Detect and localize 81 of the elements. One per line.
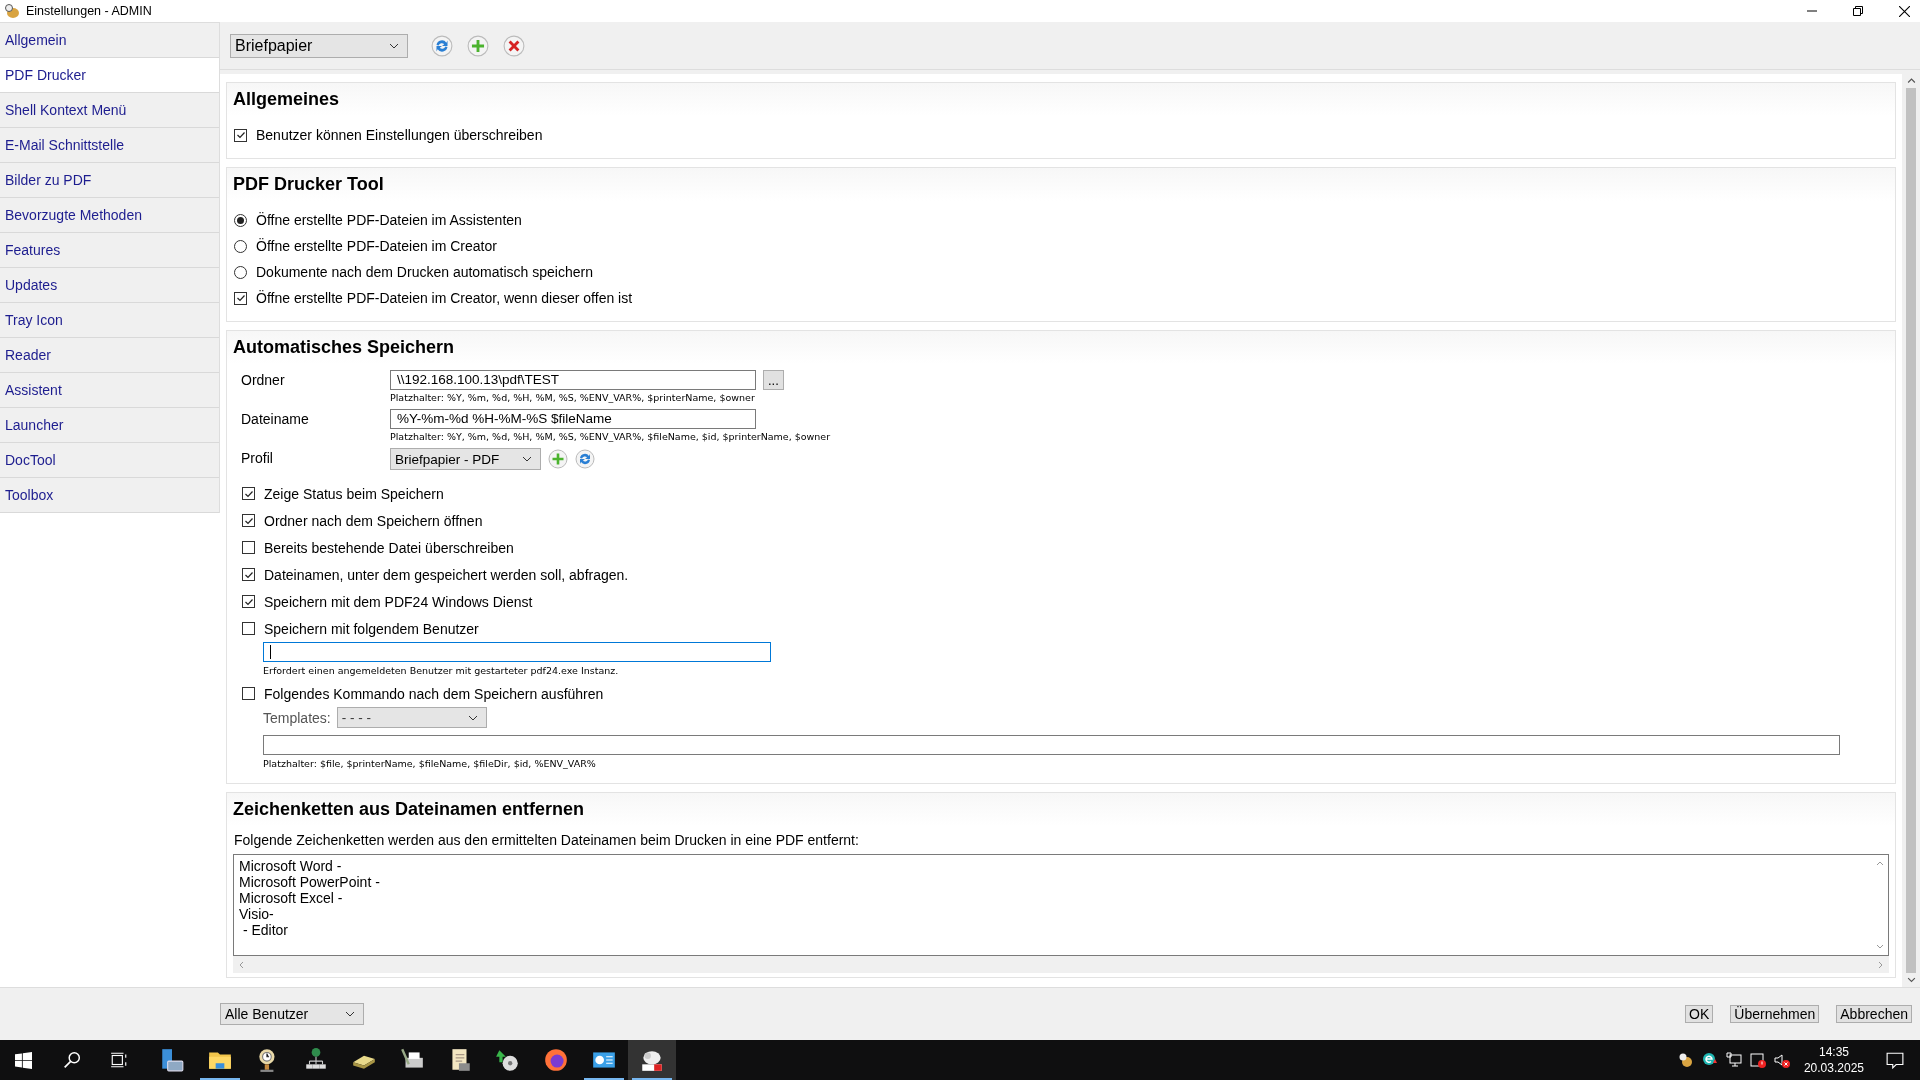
caret-icon (522, 456, 532, 462)
text-line: - Editor (241, 922, 289, 938)
vertical-scrollbar[interactable] (1902, 74, 1920, 987)
field-label: Dateiname (241, 410, 310, 429)
search-icon[interactable] (63, 1051, 81, 1069)
checkbox-label: Zeige Status beim Speichern (264, 485, 444, 502)
user-scope-dropdown[interactable]: Alle Benutzer (220, 1003, 364, 1025)
checkbox[interactable] (242, 595, 255, 608)
field-label: Profil (241, 449, 274, 468)
profile-dropdown[interactable]: Briefpapier - PDF (390, 448, 541, 470)
checkbox[interactable] (242, 541, 255, 554)
checkbox-label: Öffne erstellte PDF-Dateien im Creator, wenn dieser offen ist (256, 290, 633, 306)
start-icon[interactable] (15, 1051, 32, 1069)
scroll-up-icon[interactable] (1875, 861, 1884, 866)
preset-dropdown[interactable]: Briefpapier (230, 33, 408, 58)
dialog-button[interactable]: Übernehmen (1730, 1005, 1820, 1023)
checkbox-label: Speichern mit dem PDF24 Windows Dienst (264, 593, 533, 610)
placeholder-hint: Platzhalter: %Y, %m, %d, %H, %M, %S, %ENV_VAR%, $printerName, $owner (390, 392, 756, 403)
checkbox[interactable] (234, 291, 247, 305)
input-field[interactable]: %Y-%m-%d %H-%M-%S $fileName (390, 409, 756, 429)
checkbox-label: Bereits bestehende Datei überschreiben (264, 539, 514, 556)
network-icon[interactable] (1725, 1052, 1742, 1068)
close-icon[interactable] (1899, 5, 1910, 17)
warning-badge-icon[interactable] (1749, 1052, 1766, 1068)
checkbox-label: Ordner nach dem Speichern öffnen (264, 512, 483, 529)
sidebar-item[interactable]: PDF Drucker (0, 58, 219, 93)
checkbox-label: Dateinamen, unter dem gespeichert werden soll, abfragen. (264, 566, 629, 583)
input-field[interactable]: \\192.168.100.13\pdf\TEST (390, 370, 756, 390)
radio-label: Öffne erstellte PDF-Dateien im Creator (256, 238, 497, 254)
field-label: Ordner (241, 371, 286, 390)
checkbox[interactable] (242, 487, 255, 500)
clock-time[interactable]: 14:35 (1818, 1044, 1849, 1060)
placeholder-hint: Platzhalter: %Y, %m, %d, %H, %M, %S, %ENV_VAR%, $fileName, $id, $printerName, $owner (390, 431, 831, 442)
refresh-icon[interactable] (431, 34, 453, 57)
taskbar-app[interactable] (628, 1040, 676, 1080)
text-line: Microsoft Excel - (239, 890, 344, 906)
command-input-field[interactable] (263, 735, 1840, 755)
radio-label: Öffne erstellte PDF-Dateien im Assistenten (256, 212, 522, 228)
clock-date[interactable]: 20.03.2025 (1803, 1060, 1864, 1076)
caret-icon (467, 714, 478, 721)
checkbox-label: Speichern mit folgendem Benutzer (264, 620, 479, 637)
radio-label: Dokumente nach dem Drucken automatisch speichern (256, 264, 593, 280)
text-line: Visio- (239, 906, 275, 922)
text-area[interactable]: Microsoft Word - Microsoft PowerPoint - Microsoft Excel - Visio- - Editor (233, 854, 1889, 956)
checkbox-label: Folgendes Kommando nach dem Speichern ausführen (264, 685, 604, 702)
checkbox-label: Benutzer können Einstellungen überschreiben (256, 127, 543, 143)
muted-speaker-icon[interactable] (1773, 1052, 1790, 1068)
checkbox[interactable] (242, 687, 255, 700)
checkbox[interactable] (242, 568, 255, 581)
text-line: Microsoft Word - (239, 858, 343, 874)
add-icon[interactable] (548, 449, 568, 469)
app-icon (4, 3, 20, 19)
description-text: Folgende Zeichenketten werden aus den ermittelten Dateinamen beim Drucken in eine PDF entfernt: (234, 832, 860, 848)
dialog-button[interactable]: OK (1685, 1005, 1714, 1023)
browser-icon (543, 1047, 569, 1073)
disc-arrow-icon (495, 1047, 521, 1073)
scroll-down-icon[interactable] (1875, 944, 1884, 949)
refresh-icon[interactable] (575, 449, 595, 469)
text-line: Microsoft PowerPoint - (239, 874, 381, 890)
caret-icon (389, 42, 399, 49)
templates-label: Templates: (263, 709, 331, 726)
note-text: Erfordert einen angemeldeten Benutzer mit gestarteter pdf24.exe Instanz. (263, 665, 620, 676)
scroll-down-icon[interactable] (1906, 977, 1916, 983)
notification-icon[interactable] (1886, 1051, 1904, 1069)
user-input-field[interactable] (263, 642, 771, 662)
restore-icon[interactable] (1853, 6, 1863, 16)
templates-dropdown[interactable]: - - - - (336, 707, 487, 728)
window-title: Einstellungen - ADMIN (26, 4, 152, 18)
scroll-thumb[interactable] (1906, 87, 1916, 974)
caret-icon (345, 1011, 355, 1017)
dialog-button[interactable]: Abbrechen (1836, 1005, 1912, 1023)
checkbox[interactable] (242, 514, 255, 527)
placeholder-hint: Platzhalter: $file, $printerName, $fileName, $fileDir, $id, %ENV_VAR% (263, 758, 597, 769)
server-icon (159, 1047, 185, 1073)
checkbox[interactable] (234, 128, 247, 142)
task-view-icon[interactable] (110, 1051, 128, 1069)
delete-icon[interactable] (503, 34, 525, 57)
scroll-up-icon[interactable] (1906, 78, 1916, 84)
checkbox[interactable] (242, 622, 255, 635)
browse-button[interactable]: ... (763, 370, 784, 390)
antivirus-icon[interactable] (1701, 1052, 1718, 1068)
